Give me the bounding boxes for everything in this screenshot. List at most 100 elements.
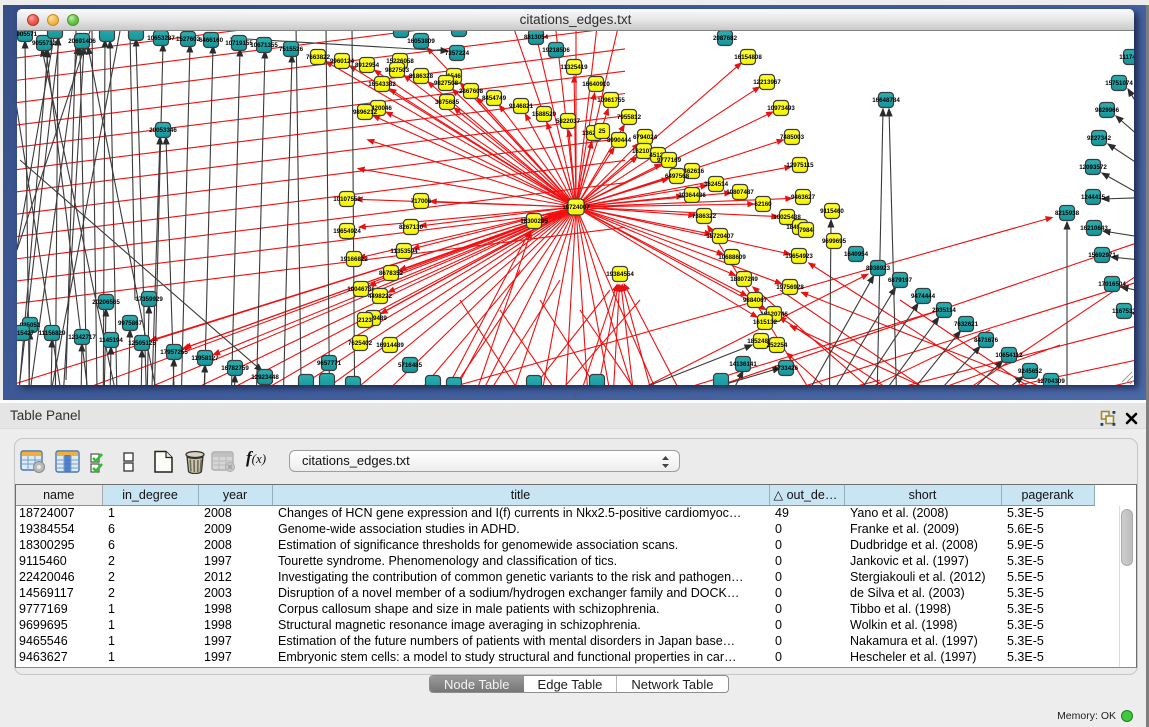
- svg-text:12923448: 12923448: [251, 374, 279, 381]
- svg-text:18300295: 18300295: [520, 218, 548, 225]
- svg-text:8813054: 8813054: [524, 34, 549, 41]
- svg-text:2123: 2123: [358, 317, 372, 324]
- svg-text:9975867: 9975867: [118, 320, 143, 327]
- svg-text:9115460: 9115460: [820, 208, 844, 215]
- svg-text:7386322: 7386322: [692, 213, 717, 220]
- svg-text:9245652: 9245652: [1018, 368, 1043, 375]
- svg-text:10807487: 10807487: [726, 189, 754, 196]
- svg-text:9884067: 9884067: [743, 297, 768, 304]
- svg-text:9657771: 9657771: [317, 360, 342, 367]
- svg-text:16640910: 16640910: [582, 81, 610, 88]
- svg-text:9227342: 9227342: [1087, 135, 1112, 142]
- svg-text:1117443: 1117443: [1119, 54, 1134, 61]
- svg-text:9777169: 9777169: [657, 157, 682, 164]
- svg-text:14136141: 14136141: [729, 361, 757, 368]
- svg-text:6794024: 6794024: [633, 134, 658, 141]
- svg-text:9474444: 9474444: [911, 293, 936, 300]
- svg-text:1733426: 1733426: [774, 365, 799, 372]
- svg-text:20053346: 20053346: [149, 127, 177, 134]
- svg-text:19218506: 19218506: [542, 47, 570, 54]
- svg-text:12213967: 12213967: [753, 79, 781, 86]
- svg-text:8186328: 8186328: [409, 73, 434, 80]
- svg-text:16543382: 16543382: [368, 81, 396, 88]
- svg-text:7955812: 7955812: [617, 114, 642, 121]
- svg-text:9827508: 9827508: [434, 80, 459, 87]
- svg-text:15751074: 15751074: [1105, 80, 1133, 87]
- svg-text:11325419: 11325419: [560, 64, 588, 71]
- svg-text:1145194: 1145194: [99, 337, 123, 344]
- svg-text:18724007: 18724007: [562, 204, 590, 211]
- svg-text:15692971: 15692971: [1088, 252, 1116, 259]
- svg-text:8267130: 8267130: [399, 224, 424, 231]
- svg-text:16914489: 16914489: [376, 342, 404, 349]
- svg-text:1244415: 1244415: [1081, 194, 1106, 201]
- svg-text:10654112: 10654112: [995, 352, 1023, 359]
- svg-text:252254: 252254: [767, 342, 788, 349]
- svg-text:11156829: 11156829: [39, 330, 66, 337]
- svg-text:19654923: 19654923: [785, 253, 813, 260]
- svg-text:9827503: 9827503: [385, 67, 410, 74]
- svg-text:10671355: 10671355: [250, 42, 278, 49]
- svg-text:8454749: 8454749: [482, 95, 507, 102]
- svg-text:10107552: 10107552: [333, 196, 361, 203]
- svg-text:8912954: 8912954: [355, 62, 380, 69]
- svg-text:7632621: 7632621: [954, 321, 979, 328]
- svg-text:18807249: 18807249: [730, 276, 758, 283]
- svg-text:10046736: 10046736: [347, 286, 375, 293]
- svg-text:17359929: 17359929: [135, 296, 163, 303]
- svg-text:16053809: 16053809: [407, 38, 435, 45]
- svg-text:7984: 7984: [799, 227, 813, 234]
- svg-text:1588520: 1588520: [532, 111, 557, 118]
- svg-text:9960124: 9960124: [330, 58, 355, 65]
- svg-text:19166822: 19166822: [340, 256, 368, 263]
- svg-text:9699695: 9699695: [822, 238, 847, 245]
- svg-text:17016504: 17016504: [1098, 281, 1126, 288]
- svg-text:12704309: 12704309: [1037, 378, 1065, 385]
- svg-text:11958127: 11958127: [191, 355, 219, 362]
- svg-text:7485003: 7485003: [780, 134, 805, 141]
- svg-text:5716485: 5716485: [398, 362, 423, 369]
- svg-text:1640954: 1640954: [844, 251, 869, 258]
- svg-text:8938923: 8938923: [866, 265, 891, 272]
- svg-text:1905571: 1905571: [17, 31, 38, 38]
- svg-text:1527602: 1527602: [176, 36, 201, 43]
- svg-text:6466160: 6466160: [199, 37, 224, 44]
- svg-text:7357224: 7357224: [445, 50, 470, 57]
- svg-text:10961755: 10961755: [597, 97, 625, 104]
- svg-text:12505125: 12505125: [128, 340, 156, 347]
- svg-text:10719155: 10719155: [225, 40, 253, 47]
- svg-text:19654924: 19654924: [333, 228, 361, 235]
- svg-text:4498222: 4498222: [368, 293, 393, 300]
- svg-text:1167533: 1167533: [1112, 308, 1134, 315]
- svg-text:1615132: 1615132: [753, 319, 778, 326]
- svg-text:11353594: 11353594: [390, 248, 418, 255]
- svg-text:8215938: 8215938: [1055, 210, 1080, 217]
- svg-text:16154808: 16154808: [734, 54, 762, 61]
- svg-text:16210643: 16210643: [1080, 225, 1108, 232]
- svg-text:9463627: 9463627: [791, 194, 816, 201]
- svg-text:10688609: 10688609: [718, 254, 746, 261]
- svg-text:19384554: 19384554: [606, 271, 634, 278]
- svg-text:2935114: 2935114: [932, 307, 956, 314]
- svg-text:12342717: 12342717: [68, 334, 96, 341]
- svg-text:2087682: 2087682: [713, 35, 738, 42]
- svg-text:6879197: 6879197: [888, 277, 913, 284]
- svg-text:17957255: 17957255: [160, 349, 188, 356]
- svg-text:3875685: 3875685: [435, 99, 460, 106]
- svg-text:8471676: 8471676: [974, 337, 999, 344]
- svg-text:62160: 62160: [754, 201, 772, 208]
- svg-text:717006: 717006: [411, 198, 432, 205]
- svg-text:3915427: 3915427: [17, 330, 35, 337]
- svg-text:7515526: 7515526: [279, 46, 304, 53]
- svg-text:25: 25: [599, 128, 606, 135]
- svg-text:20206565: 20206565: [92, 299, 120, 306]
- svg-text:10653287: 10653287: [147, 35, 175, 42]
- svg-text:8678352: 8678352: [379, 270, 404, 277]
- svg-text:9896212: 9896212: [353, 109, 378, 116]
- svg-text:19756928: 19756928: [776, 284, 804, 291]
- svg-text:9829966: 9829966: [1095, 107, 1120, 114]
- svg-text:7625402: 7625402: [348, 340, 373, 347]
- svg-text:2867608: 2867608: [459, 88, 484, 95]
- svg-text:20691406: 20691406: [68, 38, 96, 45]
- svg-text:16782759: 16782759: [221, 365, 249, 372]
